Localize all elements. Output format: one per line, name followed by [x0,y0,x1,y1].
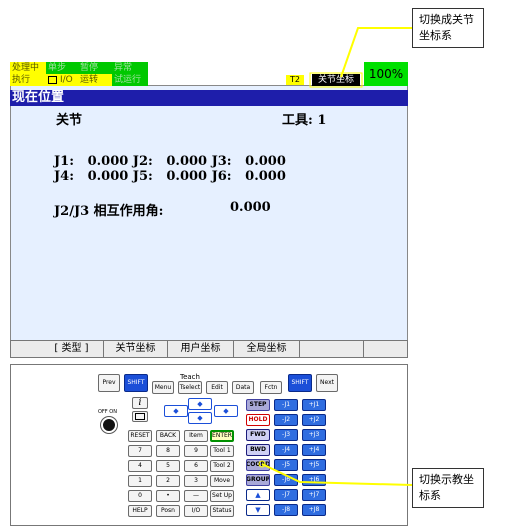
callout-lines [258,27,413,486]
callout-bottom: 切换示教坐标系 [412,468,484,508]
callout-line-bottom [261,463,413,486]
coord-highlight-box [309,72,363,88]
callout-line-top [340,27,412,78]
callout-top: 切换成关节坐标系 [412,8,484,48]
